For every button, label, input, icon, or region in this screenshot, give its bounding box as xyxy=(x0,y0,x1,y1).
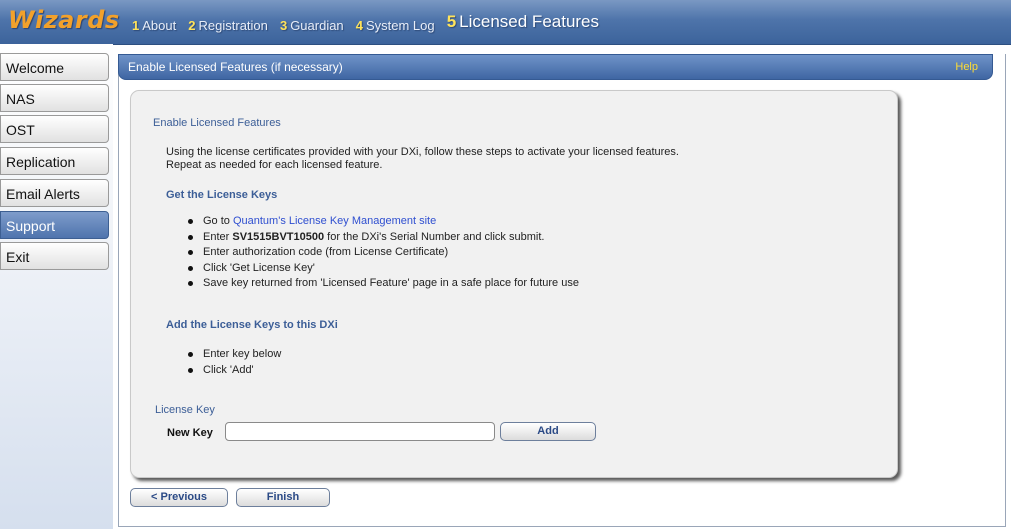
step-number: 2 xyxy=(188,18,196,33)
finish-button[interactable]: Finish xyxy=(236,488,330,507)
new-key-input[interactable] xyxy=(225,422,495,441)
step-guardian[interactable]: 3 Guardian xyxy=(280,18,344,33)
sidebar-item-replication[interactable]: Replication xyxy=(0,147,109,175)
wizard-steps: 1 About 2 Registration 3 Guardian 4 System L… xyxy=(132,12,608,39)
step-number: 5 xyxy=(446,12,457,31)
step-number: 1 xyxy=(132,18,140,33)
panel-title: Enable Licensed Features (if necessary) xyxy=(128,60,343,74)
wizards-logo: Wizards xyxy=(8,6,120,34)
license-key-site-link[interactable]: Quantum's License Key Management site xyxy=(233,215,436,227)
step-label: System Log xyxy=(365,18,435,33)
sidebar-item-nas[interactable]: NAS xyxy=(0,84,109,112)
step-number: 4 xyxy=(355,18,363,33)
step-label: Licensed Features xyxy=(459,12,600,31)
step-registration[interactable]: 2 Registration xyxy=(188,18,268,33)
list-item: Click 'Get License Key' xyxy=(188,261,579,277)
serial-number: SV1515BVT10500 xyxy=(232,230,325,243)
step-label: Guardian xyxy=(290,18,344,33)
get-keys-title: Get the License Keys xyxy=(166,189,278,201)
step-label: Registration xyxy=(198,18,268,33)
sidebar-item-support[interactable]: Support xyxy=(0,211,109,239)
add-keys-title: Add the License Keys to this DXi xyxy=(166,319,338,331)
step-about[interactable]: 1 About xyxy=(132,18,176,33)
list-item: Enter SV1515BVT10500 for the DXi's Seria… xyxy=(188,230,579,246)
intro-text-line2: Repeat as needed for each licensed featu… xyxy=(166,159,383,171)
section-heading: Enable Licensed Features xyxy=(153,117,281,129)
list-item: Enter key below xyxy=(188,347,281,363)
sidebar-item-welcome[interactable]: Welcome xyxy=(0,53,109,81)
previous-button[interactable]: < Previous xyxy=(130,488,228,507)
panel-header: Enable Licensed Features (if necessary) … xyxy=(118,54,993,80)
intro-text-line1: Using the license certificates provided … xyxy=(166,146,679,158)
license-key-label: License Key xyxy=(155,404,215,416)
help-link[interactable]: Help xyxy=(955,55,978,79)
step-text: for the DXi's Serial Number and click su… xyxy=(324,230,545,243)
step-number: 3 xyxy=(279,18,288,33)
wizard-header-bar: Wizards 1 About 2 Registration 3 Guardian 4… xyxy=(0,0,1011,45)
list-item: Save key returned from 'Licensed Feature… xyxy=(188,276,579,292)
step-licensed-features[interactable]: 5 Licensed Features xyxy=(447,12,599,32)
list-item: Click 'Add' xyxy=(188,363,281,379)
add-button[interactable]: Add xyxy=(500,422,596,441)
new-key-label: New Key xyxy=(167,427,213,439)
sidebar-item-ost[interactable]: OST xyxy=(0,115,109,143)
step-label: About xyxy=(142,18,177,33)
sidebar-item-email-alerts[interactable]: Email Alerts xyxy=(0,179,109,207)
list-item: Go to Quantum's License Key Management s… xyxy=(188,214,579,230)
list-item: Enter authorization code (from License C… xyxy=(188,245,579,261)
add-keys-steps: Enter key below Click 'Add' xyxy=(188,347,281,378)
step-system-log[interactable]: 4 System Log xyxy=(356,18,435,33)
sidebar-item-exit[interactable]: Exit xyxy=(0,242,109,270)
step-text: Go to xyxy=(203,215,233,227)
step-text: Enter xyxy=(203,230,233,243)
get-keys-steps: Go to Quantum's License Key Management s… xyxy=(188,214,579,292)
